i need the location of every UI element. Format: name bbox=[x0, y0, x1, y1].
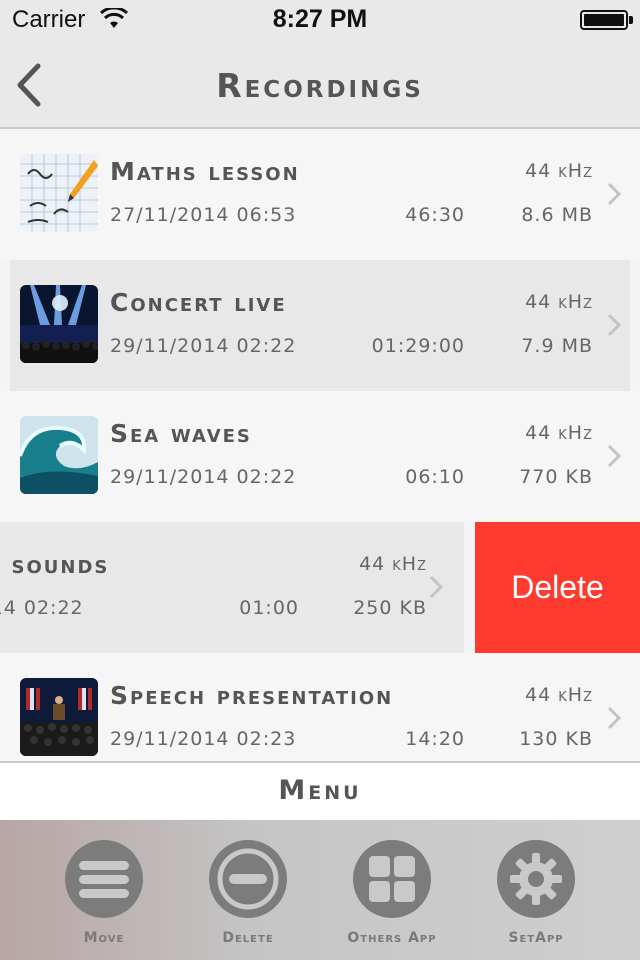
move-button[interactable]: Move bbox=[49, 840, 159, 955]
recording-date: 27/11/2014 06:53 bbox=[110, 204, 297, 226]
menu-title: Menu bbox=[278, 775, 362, 806]
chevron-right-icon bbox=[607, 313, 622, 337]
recording-date: 29/11/2014 02:22 bbox=[110, 335, 297, 357]
page-title: Recordings bbox=[216, 66, 424, 105]
list-icon bbox=[65, 840, 143, 918]
sample-rate: 44 kHz bbox=[525, 684, 593, 706]
recording-duration: 01:29:00 bbox=[371, 335, 465, 357]
battery-icon bbox=[580, 10, 628, 30]
recording-date: 1/2014 02:22 bbox=[0, 597, 84, 619]
file-size: 130 KB bbox=[519, 728, 593, 750]
navigation-bar: Recordings bbox=[0, 40, 640, 129]
chevron-right-icon bbox=[607, 182, 622, 206]
sample-rate: 44 kHz bbox=[359, 553, 427, 575]
setapp-label: SetApp bbox=[508, 930, 564, 946]
speech-thumbnail bbox=[20, 678, 98, 756]
file-size: 8.6 MB bbox=[521, 204, 593, 226]
wave-thumbnail bbox=[20, 416, 98, 494]
others-app-label: Others App bbox=[347, 930, 437, 946]
delete-label: Delete bbox=[222, 930, 274, 946]
recording-duration: 01:00 bbox=[239, 597, 299, 619]
delete-menu-button[interactable]: Delete bbox=[193, 840, 303, 955]
file-size: 7.9 MB bbox=[521, 335, 593, 357]
chevron-right-icon bbox=[429, 575, 444, 599]
recording-title: gine sounds bbox=[0, 550, 110, 579]
sample-rate: 44 kHz bbox=[525, 291, 593, 313]
recording-title: Concert live bbox=[110, 288, 287, 317]
recordings-list[interactable]: Maths lesson 44 kHz 27/11/2014 06:53 46:… bbox=[0, 129, 640, 761]
recording-row-sea-waves[interactable]: Sea waves 44 kHz 29/11/2014 02:22 06:10 … bbox=[0, 391, 640, 522]
maths-thumbnail bbox=[20, 154, 98, 232]
move-label: Move bbox=[83, 930, 125, 946]
recording-row-maths-lesson[interactable]: Maths lesson 44 kHz 27/11/2014 06:53 46:… bbox=[0, 129, 640, 260]
concert-thumbnail bbox=[20, 285, 98, 363]
recording-duration: 14:20 bbox=[405, 728, 465, 750]
others-app-button[interactable]: Others App bbox=[337, 840, 447, 955]
recording-row-speech-presentation[interactable]: Speech presentation 44 kHz 29/11/2014 02… bbox=[0, 653, 640, 761]
delete-button[interactable]: Delete bbox=[475, 522, 640, 653]
recording-title: Maths lesson bbox=[110, 157, 300, 186]
file-size: 250 KB bbox=[353, 597, 427, 619]
recording-duration: 06:10 bbox=[405, 466, 465, 488]
setapp-button[interactable]: SetApp bbox=[481, 840, 591, 955]
sample-rate: 44 kHz bbox=[525, 422, 593, 444]
chevron-right-icon bbox=[607, 706, 622, 730]
battery-tip bbox=[629, 16, 633, 24]
recording-duration: 46:30 bbox=[405, 204, 465, 226]
file-size: 770 KB bbox=[519, 466, 593, 488]
recording-title: Speech presentation bbox=[110, 681, 394, 710]
sample-rate: 44 kHz bbox=[525, 160, 593, 182]
chevron-right-icon bbox=[607, 444, 622, 468]
minus-circle-icon bbox=[209, 840, 287, 918]
recording-date: 29/11/2014 02:23 bbox=[110, 728, 297, 750]
recording-date: 29/11/2014 02:22 bbox=[110, 466, 297, 488]
status-bar: Carrier 8:27 PM bbox=[0, 0, 640, 40]
recording-row-concert-live[interactable]: Concert live 44 kHz 29/11/2014 02:22 01:… bbox=[10, 260, 630, 391]
recording-row-engine-sounds[interactable]: gine sounds 44 kHz 1/2014 02:22 01:00 25… bbox=[0, 522, 464, 653]
gear-icon bbox=[497, 840, 575, 918]
grid-icon bbox=[353, 840, 431, 918]
recording-title: Sea waves bbox=[110, 419, 252, 448]
bottom-toolbar: Move Delete Others App SetApp bbox=[0, 820, 640, 960]
menu-header: Menu bbox=[0, 761, 640, 820]
clock: 8:27 PM bbox=[272, 5, 368, 33]
